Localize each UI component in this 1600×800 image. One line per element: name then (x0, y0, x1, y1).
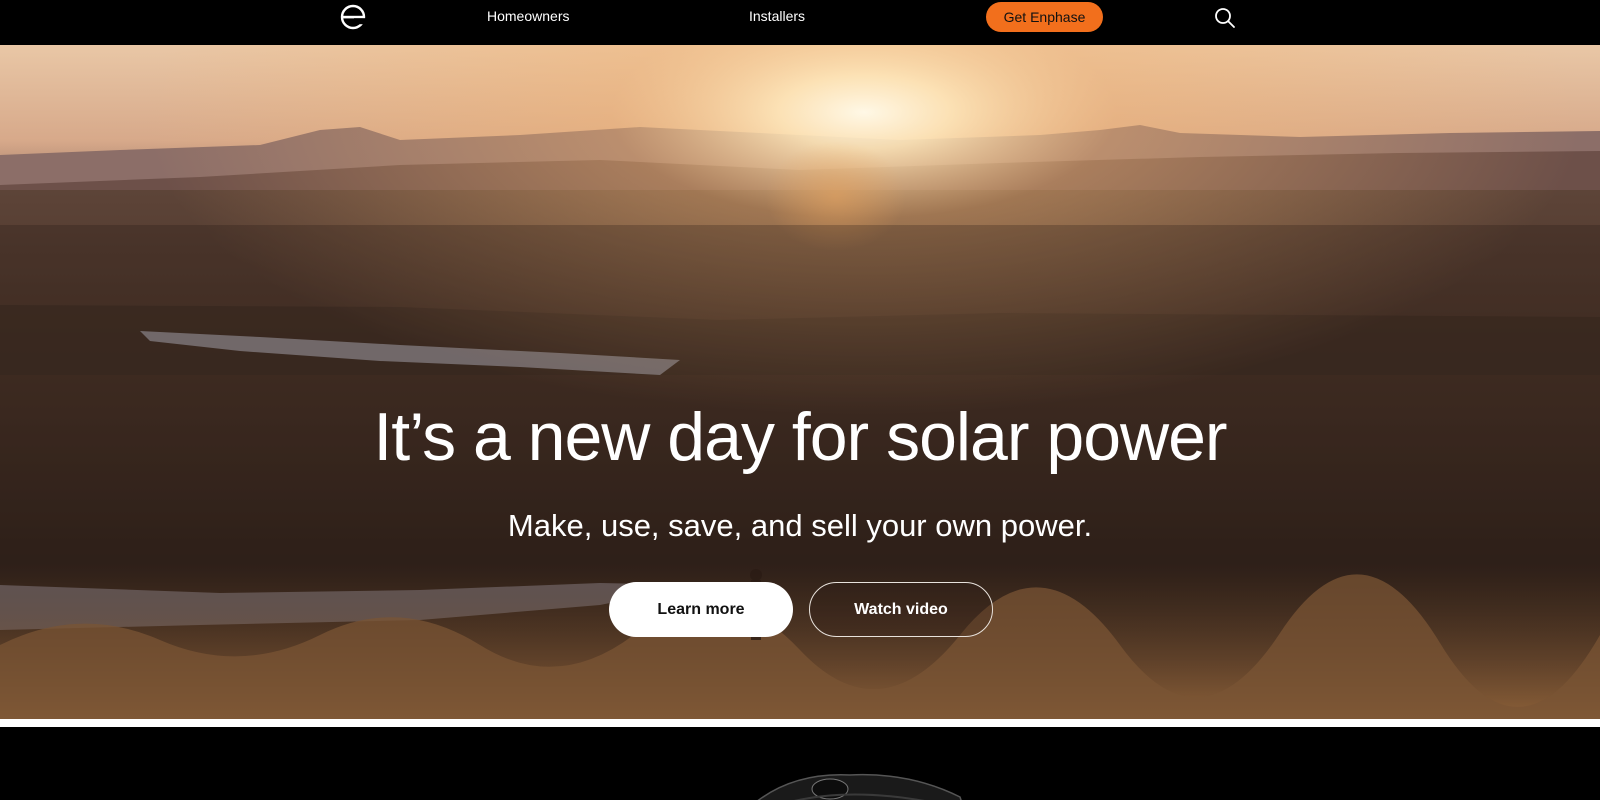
watch-video-button[interactable]: Watch video (809, 582, 993, 637)
enphase-device-product-image (757, 773, 962, 800)
enphase-logo-icon[interactable] (340, 4, 366, 30)
hero-background-image (0, 45, 1600, 719)
hero-section: It’s a new day for solar power Make, use… (0, 45, 1600, 719)
hero-subtitle: Make, use, save, and sell your own power… (507, 508, 1093, 543)
learn-more-button[interactable]: Learn more (609, 582, 793, 637)
nav-link-installers[interactable]: Installers (749, 6, 805, 26)
top-navigation: Homeowners Installers Get Enphase (0, 0, 1600, 45)
nav-link-homeowners[interactable]: Homeowners (487, 6, 569, 26)
section-divider (0, 719, 1600, 727)
product-section (0, 727, 1600, 800)
get-enphase-button[interactable]: Get Enphase (986, 2, 1103, 32)
hero-title: It’s a new day for solar power (373, 399, 1227, 475)
search-icon[interactable] (1213, 6, 1237, 30)
